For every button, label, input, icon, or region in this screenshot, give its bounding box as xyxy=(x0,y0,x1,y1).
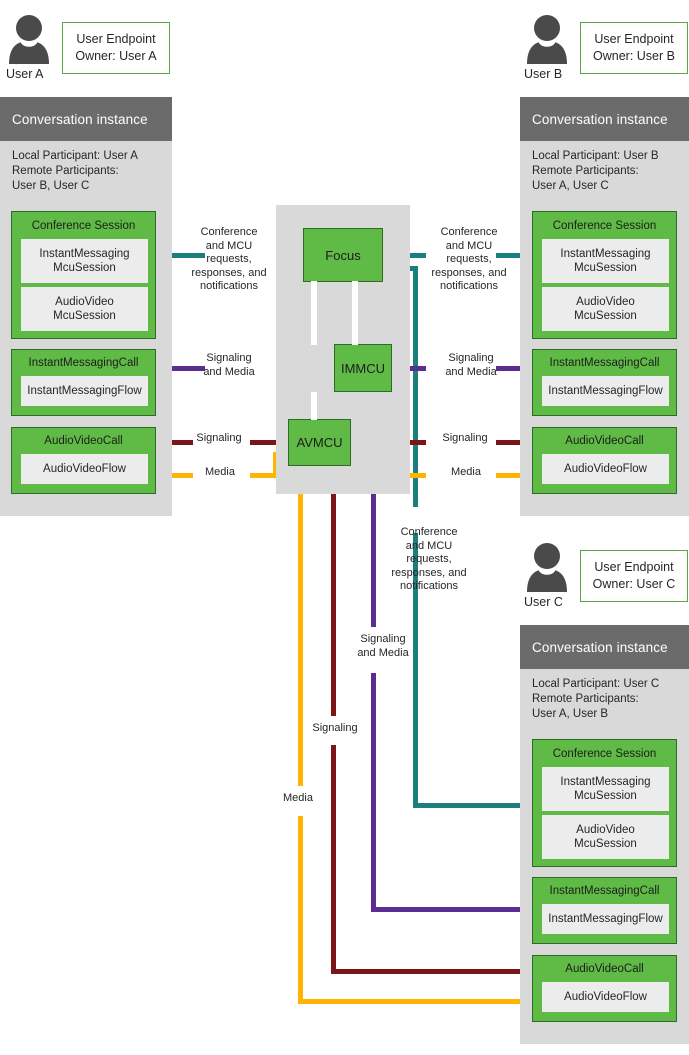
av-call-box-a[interactable]: AudioVideoCall AudioVideoFlow xyxy=(11,427,156,494)
conversation-participants-c: Local Participant: User C Remote Partici… xyxy=(532,678,660,720)
im-flow-b: InstantMessagingFlow xyxy=(542,376,669,406)
conference-session-box-b[interactable]: Conference Session InstantMessaging McuS… xyxy=(532,211,677,339)
mcu-session-a-0: InstantMessaging McuSession xyxy=(21,239,148,283)
person-icon-b xyxy=(526,12,568,64)
conversation-header-c: Conversation instance xyxy=(520,625,689,669)
edge-label-signaling-left: Signaling xyxy=(196,432,242,444)
av-call-box-c[interactable]: AudioVideoCall AudioVideoFlow xyxy=(532,955,677,1022)
av-flow-b: AudioVideoFlow xyxy=(542,454,669,484)
user-label-c: User C xyxy=(524,595,563,609)
im-call-box-c[interactable]: InstantMessagingCall InstantMessagingFlo… xyxy=(532,877,677,944)
connector-teal-focus-c-horizontal xyxy=(413,803,535,808)
mcu-session-a-1: AudioVideo McuSession xyxy=(21,287,148,331)
server-label-focus: Focus xyxy=(325,247,361,263)
connector-red-avmcu-c-vertical-lower xyxy=(331,745,336,974)
server-label-avmcu: AVMCU xyxy=(296,435,343,450)
edge-label-media-bottom: Media xyxy=(283,792,313,804)
im-flow-c: InstantMessagingFlow xyxy=(542,904,669,934)
edge-label-signaling-media-bottom: Signaling and Media xyxy=(357,633,409,659)
im-call-title-a: InstantMessagingCall xyxy=(28,357,139,369)
av-call-title-c: AudioVideoCall xyxy=(565,963,644,975)
edge-label-media-right: Media xyxy=(451,466,481,478)
server-box-immcu[interactable]: IMMCU xyxy=(334,344,392,392)
edge-label-conference-mcu-left: Conference and MCU requests, responses, … xyxy=(191,226,267,292)
mcu-session-b-0: InstantMessaging McuSession xyxy=(542,239,669,283)
connector-purple-immcu-c-horizontal xyxy=(371,907,535,912)
connector-amber-avmcu-c-vertical-lower xyxy=(298,816,303,1004)
conversation-header-a: Conversation instance xyxy=(0,97,172,141)
connector-amber-avmcu-c-horizontal xyxy=(298,999,535,1004)
im-call-title-b: InstantMessagingCall xyxy=(549,357,660,369)
mcu-session-c-0: InstantMessaging McuSession xyxy=(542,767,669,811)
edge-label-signaling-media-right: Signaling and Media xyxy=(445,352,497,378)
connector-red-avmcu-c-vertical xyxy=(331,466,336,716)
av-flow-a: AudioVideoFlow xyxy=(21,454,148,484)
conference-session-title-a: Conference Session xyxy=(31,220,136,232)
conversation-participants-b: Local Participant: User B Remote Partici… xyxy=(532,150,659,192)
im-call-title-c: InstantMessagingCall xyxy=(549,885,660,897)
endpoint-box-c: User Endpoint Owner: User C xyxy=(580,550,688,602)
edge-label-conference-mcu-bottom: Conference and MCU requests, responses, … xyxy=(391,526,467,592)
endpoint-box-a: User Endpoint Owner: User A xyxy=(62,22,170,74)
conversation-header-b: Conversation instance xyxy=(520,97,689,141)
server-box-focus[interactable]: Focus xyxy=(303,228,383,282)
band-gap-right xyxy=(352,281,358,345)
diagram-canvas: Conference and MCU requests, responses, … xyxy=(0,0,689,1055)
av-call-title-b: AudioVideoCall xyxy=(565,435,644,447)
band-gap-left-lower xyxy=(311,392,317,420)
mcu-session-c-1: AudioVideo McuSession xyxy=(542,815,669,859)
endpoint-box-b: User Endpoint Owner: User B xyxy=(580,22,688,74)
user-label-b: User B xyxy=(524,67,563,81)
mcu-session-b-1: AudioVideo McuSession xyxy=(542,287,669,331)
edge-label-media-left: Media xyxy=(205,466,235,478)
server-label-immcu: IMMCU xyxy=(340,360,386,376)
im-call-box-a[interactable]: InstantMessagingCall InstantMessagingFlo… xyxy=(11,349,156,416)
person-icon-a xyxy=(8,12,50,64)
person-icon-c xyxy=(526,540,568,592)
av-call-title-a: AudioVideoCall xyxy=(44,435,123,447)
av-call-box-b[interactable]: AudioVideoCall AudioVideoFlow xyxy=(532,427,677,494)
conversation-participants-a: Local Participant: User A Remote Partici… xyxy=(12,150,138,192)
connector-teal-focus-c-vertical xyxy=(413,266,418,507)
band-gap-left xyxy=(311,281,317,345)
im-flow-a: InstantMessagingFlow xyxy=(21,376,148,406)
conference-session-box-c[interactable]: Conference Session InstantMessaging McuS… xyxy=(532,739,677,867)
conference-session-title-c: Conference Session xyxy=(552,748,657,760)
edge-label-signaling-bottom: Signaling xyxy=(312,722,358,734)
edge-label-signaling-right: Signaling xyxy=(442,432,488,444)
conference-session-box-a[interactable]: Conference Session InstantMessaging McuS… xyxy=(11,211,156,339)
connector-red-avmcu-c-horizontal xyxy=(331,969,535,974)
im-call-box-b[interactable]: InstantMessagingCall InstantMessagingFlo… xyxy=(532,349,677,416)
connector-purple-immcu-c-vertical-lower xyxy=(371,673,376,912)
edge-label-conference-mcu-right: Conference and MCU requests, responses, … xyxy=(431,226,507,292)
edge-label-signaling-media-left: Signaling and Media xyxy=(203,352,255,378)
server-box-avmcu[interactable]: AVMCU xyxy=(288,419,351,466)
av-flow-c: AudioVideoFlow xyxy=(542,982,669,1012)
user-label-a: User A xyxy=(6,67,44,81)
connector-amber-avmcu-c-vertical xyxy=(298,466,303,786)
conference-session-title-b: Conference Session xyxy=(552,220,657,232)
